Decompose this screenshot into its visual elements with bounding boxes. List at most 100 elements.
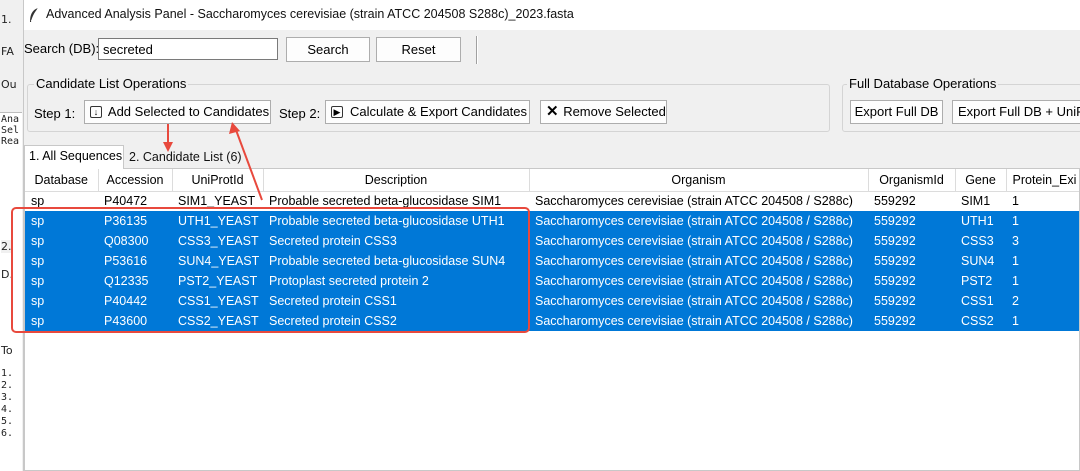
- column-header-organism[interactable]: Organism: [529, 169, 869, 192]
- cell-description: Secreted protein CSS3: [263, 231, 529, 251]
- window-title: Advanced Analysis Panel - Saccharomyces …: [46, 7, 574, 21]
- step2-label: Step 2:: [279, 106, 321, 121]
- calculate-export-button[interactable]: ▶ Calculate & Export Candidates: [325, 100, 530, 124]
- cell-uniprotid: CSS3_YEAST: [172, 231, 263, 251]
- cell-gene: SUN4: [955, 251, 1006, 271]
- bg-text: Ou: [1, 78, 17, 91]
- bg-log-line: Sel: [1, 125, 20, 136]
- cell-uniprotid: PST2_YEAST: [172, 271, 263, 291]
- full-group-title: Full Database Operations: [847, 76, 999, 91]
- toolbar-separator: [476, 36, 478, 64]
- search-input[interactable]: [98, 38, 278, 60]
- column-header-uniprotid[interactable]: UniProtId: [172, 169, 264, 192]
- cell-organism: Saccharomyces cerevisiae (strain ATCC 20…: [529, 231, 868, 251]
- sequence-table: Database Accession UniProtId Description…: [24, 168, 1080, 471]
- cell-gene: PST2: [955, 271, 1006, 291]
- screenshot-root: 1. FA Ou Ana Sel Rea 2. D. To 1. 2. 3. 4…: [0, 0, 1080, 471]
- cell-organism: Saccharomyces cerevisiae (strain ATCC 20…: [529, 251, 868, 271]
- x-icon: ✕: [546, 103, 559, 120]
- column-header-gene[interactable]: Gene: [955, 169, 1007, 192]
- table-row[interactable]: sp P53616 SUN4_YEAST Probable secreted beta…: [25, 251, 1079, 271]
- column-header-organismid[interactable]: OrganismId: [868, 169, 956, 192]
- candidate-group-title: Candidate List Operations: [34, 76, 189, 91]
- table-row[interactable]: sp P40472 SIM1_YEAST Probable secreted beta…: [25, 191, 1079, 211]
- table-row[interactable]: sp P40442 CSS1_YEAST Secreted protein CSS1 S…: [25, 291, 1079, 311]
- cell-gene: CSS2: [955, 311, 1006, 331]
- cell-organism: Saccharomyces cerevisiae (strain ATCC 20…: [529, 291, 868, 311]
- cell-accession: P40442: [98, 291, 172, 311]
- bg-text: D.: [1, 268, 13, 281]
- cell-gene: CSS3: [955, 231, 1006, 251]
- download-icon: ↓: [90, 106, 102, 118]
- tab-candidate-list[interactable]: 2. Candidate List (6): [125, 148, 249, 169]
- cell-organism: Saccharomyces cerevisiae (strain ATCC 20…: [529, 271, 868, 291]
- cell-description: Secreted protein CSS1: [263, 291, 529, 311]
- cell-accession: P40472: [104, 194, 148, 209]
- bg-list-item: 1.: [1, 368, 14, 379]
- export-full-db-button[interactable]: Export Full DB: [850, 100, 943, 124]
- reset-button[interactable]: Reset: [376, 37, 461, 62]
- cell-uniprotid: UTH1_YEAST: [172, 211, 263, 231]
- cell-protein-existence: 1: [1006, 211, 1079, 231]
- cell-organismid: 559292: [868, 251, 955, 271]
- cell-organismid: 559292: [868, 271, 955, 291]
- cell-database: sp: [25, 251, 98, 271]
- cell-organismid: 559292: [868, 211, 955, 231]
- bg-list-area: To 1. 2. 3. 4. 5. 6.: [0, 338, 22, 471]
- search-button[interactable]: Search: [286, 37, 370, 62]
- cell-protein-existence: 1: [1012, 194, 1019, 209]
- tab-all-sequences[interactable]: 1. All Sequences: [24, 145, 124, 169]
- cell-gene: CSS1: [955, 291, 1006, 311]
- column-header-protein-existence[interactable]: Protein_Exi: [1006, 169, 1079, 192]
- cell-accession: P43600: [98, 311, 172, 331]
- column-header-accession[interactable]: Accession: [98, 169, 173, 192]
- bg-list-item: 4.: [1, 404, 14, 415]
- cell-database: sp: [25, 291, 98, 311]
- cell-organism: Saccharomyces cerevisiae (strain ATCC 20…: [529, 311, 868, 331]
- cell-gene: UTH1: [955, 211, 1006, 231]
- cell-gene: SIM1: [961, 194, 991, 209]
- bg-text: FA: [1, 45, 14, 58]
- step1-label: Step 1:: [34, 106, 76, 121]
- cell-protein-existence: 1: [1006, 271, 1079, 291]
- cell-database: sp: [31, 194, 45, 209]
- title-bar[interactable]: Advanced Analysis Panel - Saccharomyces …: [24, 0, 1080, 30]
- cell-description: Probable secreted beta-glucosidase UTH1: [263, 211, 529, 231]
- table-row[interactable]: sp P43600 CSS2_YEAST Secreted protein CSS2 S…: [25, 311, 1079, 331]
- remove-button-label: Remove Selected: [563, 104, 666, 119]
- cell-organismid: 559292: [868, 291, 955, 311]
- table-row[interactable]: sp Q08300 CSS3_YEAST Secreted protein CSS3 S…: [25, 231, 1079, 251]
- bg-log-line: Rea: [1, 136, 20, 147]
- cell-description: Probable secreted beta-glucosidase SIM1: [269, 194, 502, 209]
- export-full-db-uniprot-button[interactable]: Export Full DB + UniP: [952, 100, 1080, 124]
- cell-description: Secreted protein CSS2: [263, 311, 529, 331]
- add-to-candidates-button[interactable]: ↓ Add Selected to Candidates: [84, 100, 271, 124]
- cell-accession: Q12335: [98, 271, 172, 291]
- calc-button-label: Calculate & Export Candidates: [349, 104, 528, 119]
- remove-selected-button[interactable]: ✕ Remove Selected: [540, 100, 667, 124]
- table-row[interactable]: sp P36135 UTH1_YEAST Probable secreted beta…: [25, 211, 1079, 231]
- cell-accession: P36135: [98, 211, 172, 231]
- column-header-description[interactable]: Description: [263, 169, 530, 192]
- bg-text: 2.: [1, 240, 12, 253]
- cell-uniprotid: CSS1_YEAST: [172, 291, 263, 311]
- bg-log-line: Ana: [1, 114, 20, 125]
- cell-database: sp: [25, 211, 98, 231]
- cell-description: Protoplast secreted protein 2: [263, 271, 529, 291]
- column-header-database[interactable]: Database: [25, 169, 99, 192]
- bg-list-item: 5.: [1, 416, 14, 427]
- cell-uniprotid: SIM1_YEAST: [178, 194, 256, 209]
- table-header-row: Database Accession UniProtId Description…: [25, 169, 1079, 192]
- analysis-window: Advanced Analysis Panel - Saccharomyces …: [24, 0, 1080, 471]
- add-button-label: Add Selected to Candidates: [107, 104, 270, 119]
- table-row[interactable]: sp Q12335 PST2_YEAST Protoplast secreted pr…: [25, 271, 1079, 291]
- cell-organismid: 559292: [874, 194, 916, 209]
- bg-text: To: [1, 344, 13, 357]
- background-window: 1. FA Ou Ana Sel Rea 2. D. To 1. 2. 3. 4…: [0, 0, 24, 471]
- cell-organism: Saccharomyces cerevisiae (strain ATCC 20…: [529, 211, 868, 231]
- cell-accession: Q08300: [98, 231, 172, 251]
- cell-protein-existence: 1: [1006, 251, 1079, 271]
- cell-organismid: 559292: [868, 311, 955, 331]
- cell-organism: Saccharomyces cerevisiae (strain ATCC 20…: [535, 194, 853, 209]
- cell-database: sp: [25, 231, 98, 251]
